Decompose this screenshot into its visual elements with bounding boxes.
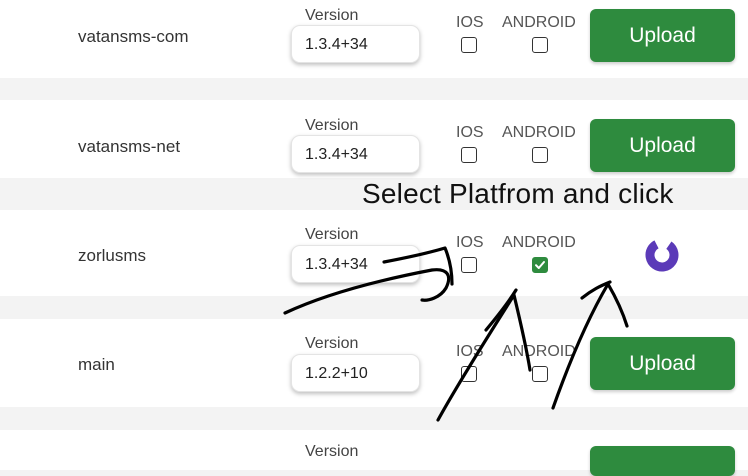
app-name: zorlusms [78, 246, 147, 265]
check-icon [535, 261, 545, 269]
ios-checkbox[interactable] [461, 37, 477, 53]
android-checkbox[interactable] [532, 366, 548, 382]
version-label: Version [305, 443, 359, 460]
app-row-main: main Version 1.2.2+10 IOS ANDROID Upload [0, 319, 748, 407]
ios-checkbox[interactable] [461, 147, 477, 163]
app-row-vatansms-com: vatansms-com Version 1.3.4+34 IOS ANDROI… [0, 0, 748, 78]
ios-checkbox[interactable] [461, 257, 477, 273]
app-row-partial: Version [0, 430, 748, 476]
version-input[interactable]: 1.3.4+34 [291, 25, 420, 63]
app-row-vatansms-net: vatansms-net Version 1.3.4+34 IOS ANDROI… [0, 100, 748, 178]
ios-label: IOS [456, 14, 484, 31]
upload-button[interactable]: Upload [590, 337, 735, 390]
upload-button[interactable]: Upload [590, 9, 735, 62]
version-label: Version [305, 226, 359, 243]
version-label: Version [305, 7, 359, 24]
ios-label: IOS [456, 124, 484, 141]
android-checkbox[interactable] [532, 147, 548, 163]
version-label: Version [305, 335, 359, 352]
version-input[interactable]: 1.3.4+34 [291, 245, 420, 283]
version-label: Version [305, 117, 359, 134]
app-row-zorlusms: zorlusms Version 1.3.4+34 IOS ANDROID [0, 210, 748, 296]
app-name: main [78, 355, 115, 374]
android-checkbox[interactable] [532, 257, 548, 273]
ios-label: IOS [456, 234, 484, 251]
ios-checkbox[interactable] [461, 366, 477, 382]
spinner-icon [645, 238, 679, 272]
android-label: ANDROID [502, 124, 576, 141]
app-name: vatansms-com [78, 27, 189, 46]
ios-label: IOS [456, 343, 484, 360]
upload-button[interactable] [590, 446, 735, 476]
app-name: vatansms-net [78, 137, 181, 156]
upload-button[interactable]: Upload [590, 119, 735, 172]
android-label: ANDROID [502, 343, 576, 360]
annotation-text: Select Platfrom and click [362, 178, 674, 209]
android-label: ANDROID [502, 234, 576, 251]
version-input[interactable]: 1.2.2+10 [291, 354, 420, 392]
android-checkbox[interactable] [532, 37, 548, 53]
version-input[interactable]: 1.3.4+34 [291, 135, 420, 173]
android-label: ANDROID [502, 14, 576, 31]
